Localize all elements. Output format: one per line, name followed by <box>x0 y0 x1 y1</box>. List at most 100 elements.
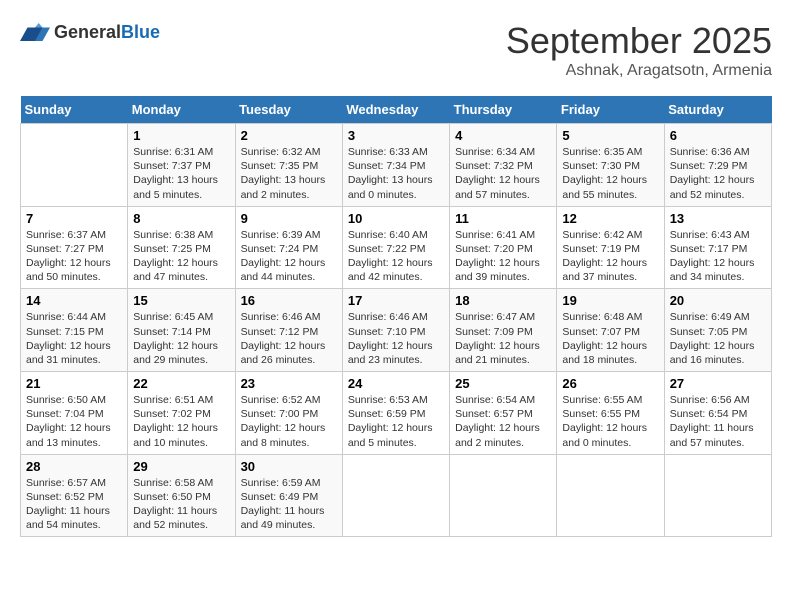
cell-content: Sunrise: 6:48 AM Sunset: 7:07 PM Dayligh… <box>562 310 658 367</box>
day-number: 3 <box>348 128 444 143</box>
logo-general-text: General <box>54 22 121 42</box>
cell-content: Sunrise: 6:45 AM Sunset: 7:14 PM Dayligh… <box>133 310 229 367</box>
day-number: 16 <box>241 293 337 308</box>
calendar-cell: 1Sunrise: 6:31 AM Sunset: 7:37 PM Daylig… <box>128 124 235 207</box>
cell-content: Sunrise: 6:53 AM Sunset: 6:59 PM Dayligh… <box>348 393 444 450</box>
day-number: 18 <box>455 293 551 308</box>
day-number: 15 <box>133 293 229 308</box>
calendar-cell: 18 Sunrise: 6:47 AM Sunset: 7:09 PM Dayli… <box>450 289 557 372</box>
title-block: September 2025 Ashnak, Aragatsotn, Armen… <box>506 20 772 80</box>
calendar-cell: 10Sunrise: 6:40 AM Sunset: 7:22 PM Dayli… <box>342 206 449 289</box>
calendar-cell: 19Sunrise: 6:48 AM Sunset: 7:07 PM Dayli… <box>557 289 664 372</box>
cell-content: Sunrise: 6:57 AM Sunset: 6:52 PM Dayligh… <box>26 476 122 533</box>
weekday-header-cell: Wednesday <box>342 96 449 124</box>
weekday-header-cell: Friday <box>557 96 664 124</box>
cell-content: Sunrise: 6:35 AM Sunset: 7:30 PM Dayligh… <box>562 145 658 202</box>
cell-content: Sunrise: 6:58 AM Sunset: 6:50 PM Dayligh… <box>133 476 229 533</box>
cell-content: Sunrise: 6:56 AM Sunset: 6:54 PM Dayligh… <box>670 393 766 450</box>
calendar-cell: 2Sunrise: 6:32 AM Sunset: 7:35 PM Daylig… <box>235 124 342 207</box>
calendar-cell: 29 Sunrise: 6:58 AM Sunset: 6:50 PM Dayli… <box>128 454 235 537</box>
location-title: Ashnak, Aragatsotn, Armenia <box>506 62 772 80</box>
calendar-week-row: 28Sunrise: 6:57 AM Sunset: 6:52 PM Dayli… <box>21 454 772 537</box>
calendar-cell: 20 Sunrise: 6:49 AM Sunset: 7:05 PM Dayli… <box>664 289 771 372</box>
cell-content: Sunrise: 6:36 AM Sunset: 7:29 PM Dayligh… <box>670 145 766 202</box>
cell-content: Sunrise: 6:41 AM Sunset: 7:20 PM Dayligh… <box>455 228 551 285</box>
cell-content: Sunrise: 6:50 AM Sunset: 7:04 PM Dayligh… <box>26 393 122 450</box>
cell-content: Sunrise: 6:54 AM Sunset: 6:57 PM Dayligh… <box>455 393 551 450</box>
day-number: 30 <box>241 459 337 474</box>
calendar-week-row: 7 Sunrise: 6:37 AM Sunset: 7:27 PM Daylig… <box>21 206 772 289</box>
weekday-header-cell: Saturday <box>664 96 771 124</box>
calendar-cell: 28Sunrise: 6:57 AM Sunset: 6:52 PM Dayli… <box>21 454 128 537</box>
cell-content: Sunrise: 6:42 AM Sunset: 7:19 PM Dayligh… <box>562 228 658 285</box>
day-number: 17 <box>348 293 444 308</box>
calendar-cell: 27 Sunrise: 6:56 AM Sunset: 6:54 PM Dayli… <box>664 372 771 455</box>
day-number: 24 <box>348 376 444 391</box>
day-number: 7 <box>26 211 122 226</box>
day-number: 14 <box>26 293 122 308</box>
calendar-cell: 12 Sunrise: 6:42 AM Sunset: 7:19 PM Dayli… <box>557 206 664 289</box>
logo-blue-text: Blue <box>121 22 160 42</box>
cell-content: Sunrise: 6:38 AM Sunset: 7:25 PM Dayligh… <box>133 228 229 285</box>
day-number: 21 <box>26 376 122 391</box>
calendar-week-row: 1Sunrise: 6:31 AM Sunset: 7:37 PM Daylig… <box>21 124 772 207</box>
day-number: 23 <box>241 376 337 391</box>
logo-icon <box>20 20 50 44</box>
day-number: 5 <box>562 128 658 143</box>
cell-content: Sunrise: 6:47 AM Sunset: 7:09 PM Dayligh… <box>455 310 551 367</box>
day-number: 9 <box>241 211 337 226</box>
cell-content: Sunrise: 6:37 AM Sunset: 7:27 PM Dayligh… <box>26 228 122 285</box>
weekday-header-cell: Monday <box>128 96 235 124</box>
calendar-cell <box>21 124 128 207</box>
weekday-header-row: SundayMondayTuesdayWednesdayThursdayFrid… <box>21 96 772 124</box>
calendar-cell: 26Sunrise: 6:55 AM Sunset: 6:55 PM Dayli… <box>557 372 664 455</box>
weekday-header-cell: Tuesday <box>235 96 342 124</box>
day-number: 29 <box>133 459 229 474</box>
calendar-cell <box>664 454 771 537</box>
logo: GeneralBlue <box>20 20 160 44</box>
cell-content: Sunrise: 6:33 AM Sunset: 7:34 PM Dayligh… <box>348 145 444 202</box>
calendar-table: SundayMondayTuesdayWednesdayThursdayFrid… <box>20 96 772 537</box>
calendar-cell: 14 Sunrise: 6:44 AM Sunset: 7:15 PM Dayli… <box>21 289 128 372</box>
month-title: September 2025 <box>506 20 772 62</box>
calendar-cell: 23 Sunrise: 6:52 AM Sunset: 7:00 PM Dayli… <box>235 372 342 455</box>
calendar-cell: 30 Sunrise: 6:59 AM Sunset: 6:49 PM Dayli… <box>235 454 342 537</box>
cell-content: Sunrise: 6:46 AM Sunset: 7:10 PM Dayligh… <box>348 310 444 367</box>
day-number: 11 <box>455 211 551 226</box>
calendar-cell: 6Sunrise: 6:36 AM Sunset: 7:29 PM Daylig… <box>664 124 771 207</box>
calendar-cell: 9 Sunrise: 6:39 AM Sunset: 7:24 PM Daylig… <box>235 206 342 289</box>
cell-content: Sunrise: 6:34 AM Sunset: 7:32 PM Dayligh… <box>455 145 551 202</box>
calendar-cell: 7 Sunrise: 6:37 AM Sunset: 7:27 PM Daylig… <box>21 206 128 289</box>
day-number: 22 <box>133 376 229 391</box>
cell-content: Sunrise: 6:49 AM Sunset: 7:05 PM Dayligh… <box>670 310 766 367</box>
cell-content: Sunrise: 6:43 AM Sunset: 7:17 PM Dayligh… <box>670 228 766 285</box>
calendar-cell: 25 Sunrise: 6:54 AM Sunset: 6:57 PM Dayli… <box>450 372 557 455</box>
calendar-cell: 22Sunrise: 6:51 AM Sunset: 7:02 PM Dayli… <box>128 372 235 455</box>
weekday-header-cell: Sunday <box>21 96 128 124</box>
calendar-cell: 17 Sunrise: 6:46 AM Sunset: 7:10 PM Dayli… <box>342 289 449 372</box>
day-number: 10 <box>348 211 444 226</box>
calendar-body: 1Sunrise: 6:31 AM Sunset: 7:37 PM Daylig… <box>21 124 772 537</box>
calendar-cell <box>450 454 557 537</box>
cell-content: Sunrise: 6:59 AM Sunset: 6:49 PM Dayligh… <box>241 476 337 533</box>
day-number: 13 <box>670 211 766 226</box>
calendar-cell <box>557 454 664 537</box>
calendar-cell: 21 Sunrise: 6:50 AM Sunset: 7:04 PM Dayli… <box>21 372 128 455</box>
cell-content: Sunrise: 6:52 AM Sunset: 7:00 PM Dayligh… <box>241 393 337 450</box>
cell-content: Sunrise: 6:44 AM Sunset: 7:15 PM Dayligh… <box>26 310 122 367</box>
calendar-cell: 16Sunrise: 6:46 AM Sunset: 7:12 PM Dayli… <box>235 289 342 372</box>
day-number: 8 <box>133 211 229 226</box>
day-number: 27 <box>670 376 766 391</box>
day-number: 12 <box>562 211 658 226</box>
day-number: 2 <box>241 128 337 143</box>
cell-content: Sunrise: 6:55 AM Sunset: 6:55 PM Dayligh… <box>562 393 658 450</box>
cell-content: Sunrise: 6:39 AM Sunset: 7:24 PM Dayligh… <box>241 228 337 285</box>
day-number: 25 <box>455 376 551 391</box>
weekday-header-cell: Thursday <box>450 96 557 124</box>
day-number: 20 <box>670 293 766 308</box>
calendar-week-row: 14 Sunrise: 6:44 AM Sunset: 7:15 PM Dayli… <box>21 289 772 372</box>
calendar-cell: 24 Sunrise: 6:53 AM Sunset: 6:59 PM Dayli… <box>342 372 449 455</box>
calendar-cell: 15 Sunrise: 6:45 AM Sunset: 7:14 PM Dayli… <box>128 289 235 372</box>
calendar-cell: 8 Sunrise: 6:38 AM Sunset: 7:25 PM Daylig… <box>128 206 235 289</box>
calendar-cell <box>342 454 449 537</box>
